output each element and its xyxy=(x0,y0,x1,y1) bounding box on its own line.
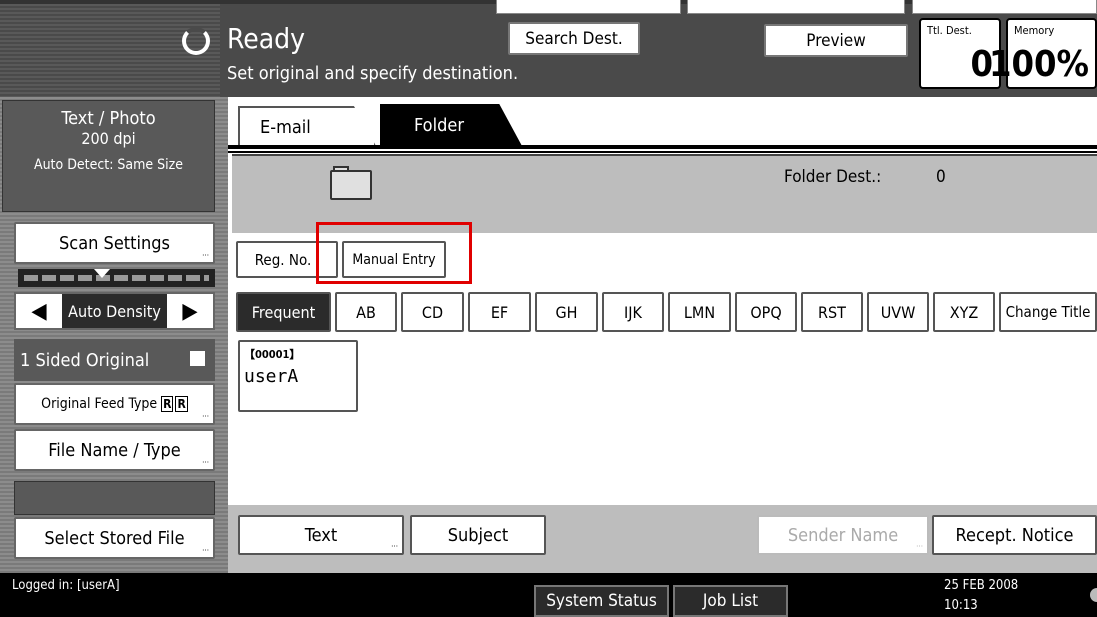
top-tab-3 xyxy=(912,0,1097,14)
file-name-type-label: File Name / Type xyxy=(48,439,181,461)
logged-in-user: Logged in: [userA] xyxy=(12,578,120,593)
more-dots-icon: ··· xyxy=(202,251,209,260)
sided-original-button[interactable]: 1 Sided Original xyxy=(14,339,215,381)
status-date: 25 FEB 2008 xyxy=(944,578,1019,593)
sided-original-label: 1 Sided Original xyxy=(20,349,150,371)
search-dest-button[interactable]: Search Dest. xyxy=(508,22,640,55)
tab-divider-thin xyxy=(228,151,1097,153)
letter-tab-ab[interactable]: AB xyxy=(335,292,397,332)
text-button[interactable]: Text ··· xyxy=(238,515,404,555)
sender-name-button[interactable]: Sender Name ··· xyxy=(757,515,929,555)
status-time: 10:13 xyxy=(944,598,978,613)
letter-tab-xyz[interactable]: XYZ xyxy=(933,292,995,332)
destination-number: 【00001】 xyxy=(244,348,301,361)
scan-settings-button[interactable]: Scan Settings ··· xyxy=(14,222,215,264)
ready-status-icon xyxy=(182,27,210,55)
size-detect: Auto Detect: Same Size xyxy=(33,157,184,173)
file-name-type-button[interactable]: File Name / Type ··· xyxy=(14,429,215,471)
select-stored-file-label: Select Stored File xyxy=(44,527,185,549)
density-right-arrow-icon[interactable]: ▶ xyxy=(167,294,213,328)
top-tab-2 xyxy=(687,0,905,14)
memory-value: 100% xyxy=(988,44,1089,85)
density-scale xyxy=(24,275,209,281)
letter-tab-frequent[interactable]: Frequent xyxy=(236,292,331,332)
auto-density-button[interactable]: Auto Density xyxy=(62,294,167,328)
reg-no-label: Reg. No. xyxy=(254,250,312,269)
system-status-button[interactable]: System Status xyxy=(534,585,669,617)
preview-button[interactable]: Preview xyxy=(764,24,908,57)
highlight-box xyxy=(316,222,472,284)
recept-notice-button[interactable]: Recept. Notice xyxy=(932,515,1097,555)
top-tab-1 xyxy=(496,0,681,14)
total-dest-label: Ttl. Dest. xyxy=(927,24,972,37)
more-dots-icon: ··· xyxy=(916,542,923,551)
memory-label: Memory xyxy=(1014,24,1055,37)
scan-settings-label: Scan Settings xyxy=(59,232,170,254)
more-dots-icon: ··· xyxy=(202,546,209,555)
page-icon xyxy=(190,351,205,366)
letter-tab-gh[interactable]: GH xyxy=(535,292,598,332)
letter-tab-row: Frequent AB CD EF GH IJK LMN OPQ RST UVW… xyxy=(236,292,1097,332)
original-feed-type-label: Original Feed Type xyxy=(41,396,158,412)
density-left-arrow-icon[interactable]: ◀ xyxy=(16,294,62,328)
scan-resolution: 200 dpi xyxy=(81,129,136,148)
density-control: ◀ Auto Density ▶ xyxy=(14,292,215,330)
letter-tab-lmn[interactable]: LMN xyxy=(668,292,731,332)
scan-mode: Text / Photo xyxy=(61,108,156,129)
more-dots-icon: ··· xyxy=(391,542,398,551)
text-label: Text xyxy=(304,524,338,546)
sender-name-label: Sender Name xyxy=(787,524,899,546)
subject-button[interactable]: Subject xyxy=(410,515,546,555)
letter-tab-ijk[interactable]: IJK xyxy=(602,292,664,332)
folder-icon[interactable] xyxy=(330,170,372,200)
more-dots-icon: ··· xyxy=(202,412,209,421)
change-title-button[interactable]: Change Title xyxy=(999,292,1097,332)
destination-card[interactable]: 【00001】 userA xyxy=(238,340,358,412)
original-feed-type-button[interactable]: Original Feed Type R R ··· xyxy=(14,383,215,425)
memory-counter: Memory 100% xyxy=(989,18,1097,89)
letter-tab-ef[interactable]: EF xyxy=(468,292,531,332)
letter-tab-rst[interactable]: RST xyxy=(801,292,863,332)
letter-tab-cd[interactable]: CD xyxy=(401,292,464,332)
status-title: Ready xyxy=(227,22,306,55)
job-list-button[interactable]: Job List xyxy=(673,585,788,617)
scan-info-panel: Text / Photo 200 dpi Auto Detect: Same S… xyxy=(2,100,215,212)
status-message: Set original and specify destination. xyxy=(227,63,519,84)
corner-icon xyxy=(1090,588,1097,602)
letter-tab-uvw[interactable]: UVW xyxy=(867,292,929,332)
more-dots-icon: ··· xyxy=(202,458,209,467)
tab-email[interactable]: E-mail xyxy=(238,106,376,146)
folder-dest-label: Folder Dest.: xyxy=(784,167,882,187)
feed-orientation-alt-icon: R xyxy=(175,396,188,412)
letter-tab-opq[interactable]: OPQ xyxy=(735,292,797,332)
stored-file-area xyxy=(14,481,215,515)
tab-folder[interactable]: Folder xyxy=(380,104,522,146)
feed-orientation-icon: R xyxy=(161,396,174,412)
folder-dest-count: 0 xyxy=(936,167,946,187)
tab-divider xyxy=(228,145,1097,149)
density-marker-icon xyxy=(94,269,110,278)
select-stored-file-button[interactable]: Select Stored File ··· xyxy=(14,517,215,559)
destination-name: userA xyxy=(244,366,299,387)
